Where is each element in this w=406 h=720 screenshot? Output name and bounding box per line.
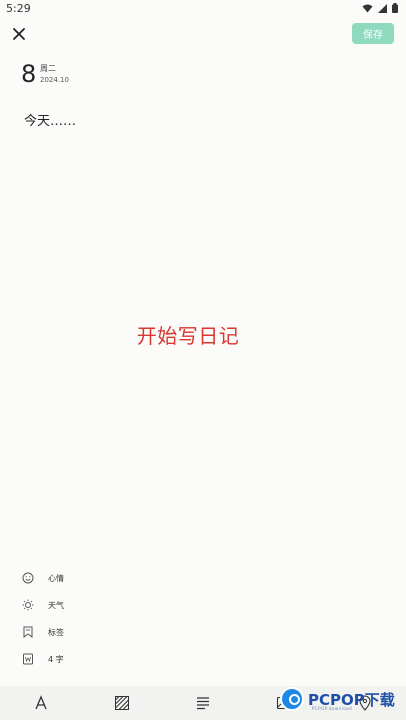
status-icons	[362, 3, 398, 13]
signal-icon	[378, 3, 387, 13]
bookmark-icon	[23, 626, 33, 638]
mood-label: 心情	[48, 573, 64, 583]
date-year-month: 2024.10	[40, 76, 69, 84]
word-count-row: 4 字	[22, 651, 64, 667]
smile-icon	[22, 572, 34, 584]
date-weekday: 周二	[40, 64, 56, 73]
close-icon	[13, 28, 25, 40]
battery-icon	[392, 3, 398, 13]
pcpop-logo-icon	[280, 687, 304, 711]
mood-row[interactable]: 心情	[22, 570, 64, 586]
status-bar: 5:29	[0, 0, 406, 18]
background-pattern-button[interactable]	[114, 695, 130, 711]
word-count-icon	[23, 653, 33, 665]
font-button[interactable]	[33, 695, 49, 711]
overlay-caption: 开始写日记	[136, 324, 240, 348]
weather-row[interactable]: 天气	[22, 597, 64, 613]
pattern-icon	[115, 696, 129, 710]
tag-row[interactable]: 标签	[22, 624, 64, 640]
align-left-icon	[197, 697, 209, 710]
wifi-icon	[362, 4, 373, 12]
date-day[interactable]: 8	[21, 60, 36, 88]
sun-icon	[22, 599, 34, 611]
status-time: 5:29	[6, 2, 31, 15]
close-button[interactable]	[10, 25, 28, 43]
align-button[interactable]	[195, 695, 211, 711]
font-icon	[35, 695, 47, 710]
save-button[interactable]: 保存	[352, 23, 394, 44]
weather-label: 天气	[48, 600, 64, 610]
diary-editor[interactable]: 今天……	[24, 110, 384, 130]
word-count-label: 4 字	[48, 654, 64, 664]
top-bar: 保存	[0, 20, 406, 48]
pcpop-logo-tagline: PCPOP.download	[312, 706, 353, 711]
tag-label: 标签	[48, 627, 64, 637]
